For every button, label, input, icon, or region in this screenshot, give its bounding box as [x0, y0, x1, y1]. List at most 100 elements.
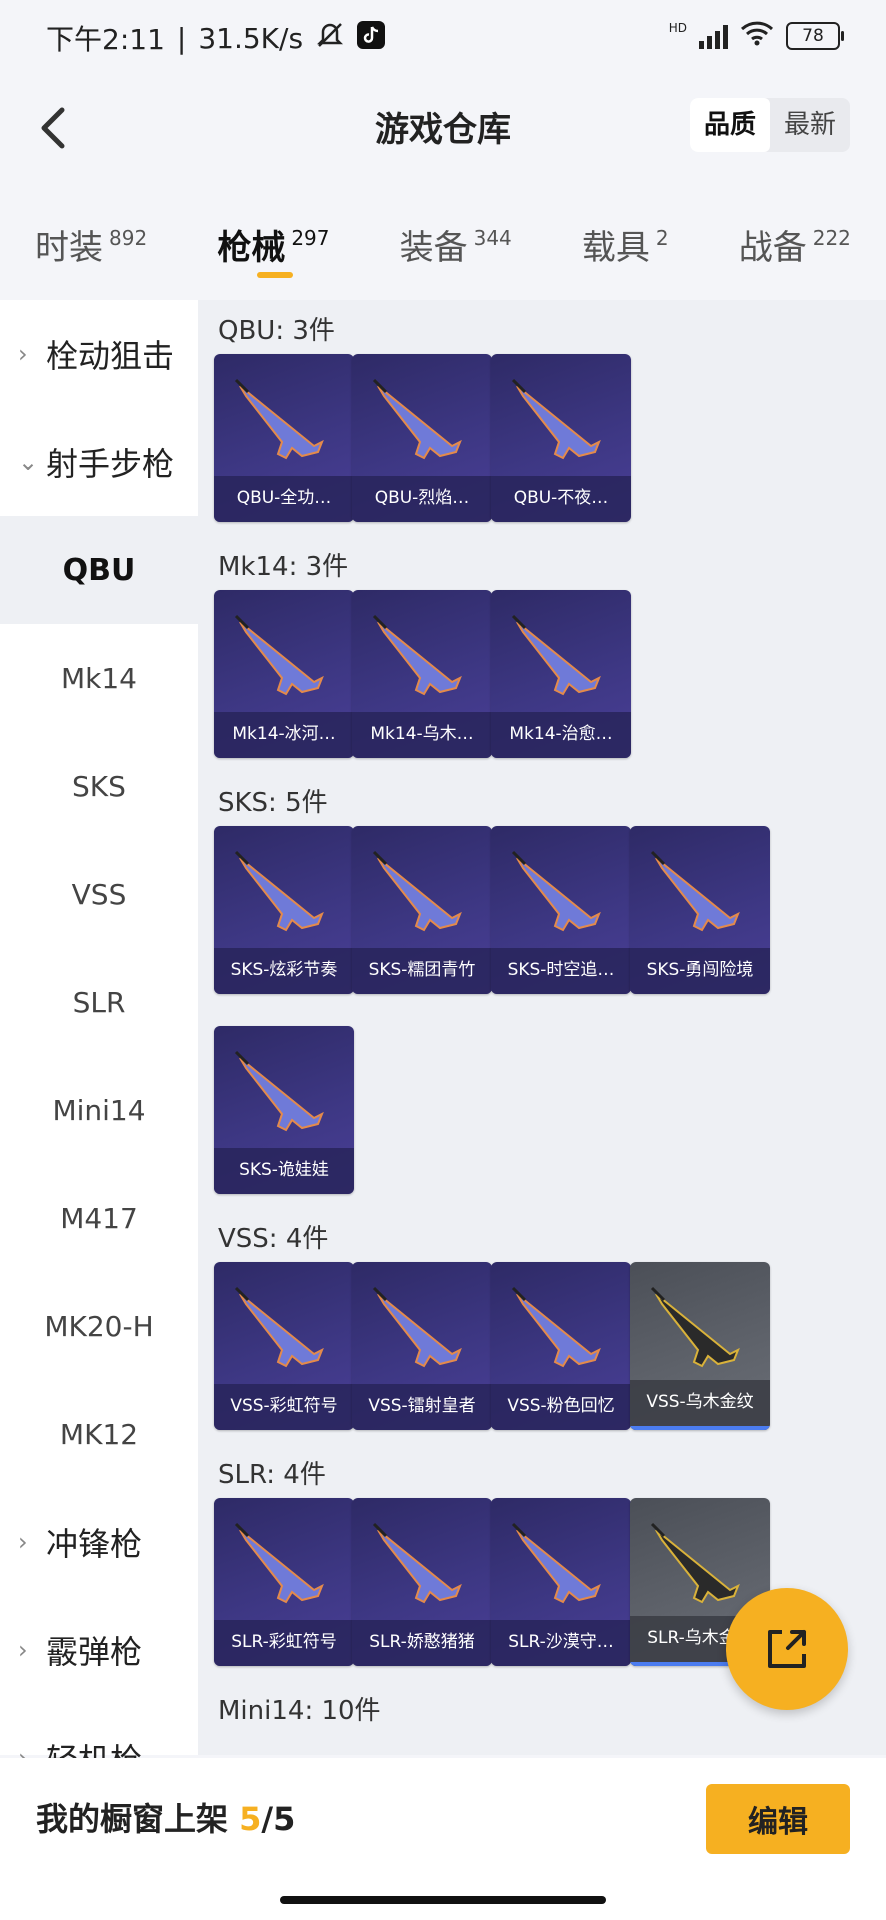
- weapon-card[interactable]: SLR-彩虹符号: [214, 1498, 354, 1666]
- weapon-card[interactable]: QBU-烈焰…: [352, 354, 492, 522]
- sidebar-item-marksman[interactable]: ⌄ 射手步枪: [0, 408, 198, 516]
- rifle-icon: [234, 1522, 324, 1604]
- sort-quality[interactable]: 品质: [689, 98, 770, 152]
- weapon-name: Mk14-治愈…: [491, 712, 631, 758]
- share-fab[interactable]: [726, 1588, 848, 1710]
- weapon-name: QBU-烈焰…: [352, 476, 492, 522]
- weapon-card[interactable]: Mk14-乌木…: [352, 590, 492, 758]
- sidebar-item-smg[interactable]: › 冲锋枪: [0, 1488, 198, 1596]
- tab-vehicles[interactable]: 载具 2: [582, 200, 669, 290]
- weapon-card[interactable]: SKS-时空追…: [491, 826, 631, 994]
- weapon-card[interactable]: SLR-娇憨猪猪: [352, 1498, 492, 1666]
- weapon-grid: QBU: 3件 QBU-全功… QBU-烈焰… QBU-不夜… Mk14: 3件 Mk14…: [198, 300, 886, 1755]
- sidebar-item-bolt-sniper[interactable]: › 栓动狙击: [0, 300, 198, 408]
- sidebar-item-slr[interactable]: SLR: [0, 948, 198, 1056]
- chevron-right-icon: ›: [18, 1636, 28, 1664]
- edit-button[interactable]: 编辑: [706, 1784, 850, 1854]
- status-speed: 31.5K/s: [198, 21, 304, 55]
- status-left: 下午2:11 | 31.5K/s: [46, 18, 386, 58]
- weapon-card[interactable]: QBU-全功…: [214, 354, 354, 522]
- weapon-card[interactable]: VSS-镭射皇者: [352, 1262, 492, 1430]
- sidebar-item-m417[interactable]: M417: [0, 1164, 198, 1272]
- rifle-icon: [234, 850, 324, 932]
- weapon-sidebar: › 栓动狙击 ⌄ 射手步枪 QBU Mk14 SKS VSS SLR Mini14 …: [0, 300, 198, 1779]
- weapon-name: VSS-彩虹符号: [214, 1384, 354, 1430]
- sidebar-item-vss[interactable]: VSS: [0, 840, 198, 948]
- weapon-card[interactable]: SKS-诡娃娃: [214, 1026, 354, 1194]
- weapon-card[interactable]: Mk14-治愈…: [491, 590, 631, 758]
- weapon-card[interactable]: Mk14-冰河…: [214, 590, 354, 758]
- rifle-icon: [511, 378, 601, 460]
- status-right: HD 78: [669, 20, 844, 51]
- chevron-right-icon: ›: [18, 340, 28, 368]
- showcase-current: 5: [239, 1800, 262, 1838]
- sidebar-item-label: 霰弹枪: [46, 1633, 143, 1671]
- weapon-name: SKS-勇闯险境: [630, 948, 770, 994]
- weapon-name: VSS-乌木金纹: [630, 1380, 770, 1430]
- weapon-name: QBU-不夜…: [491, 476, 631, 522]
- tab-underline: [257, 272, 294, 278]
- rifle-icon: [511, 1522, 601, 1604]
- weapon-card[interactable]: VSS-彩虹符号: [214, 1262, 354, 1430]
- sidebar-item-mini14[interactable]: Mini14: [0, 1056, 198, 1164]
- sidebar-item-label: 冲锋枪: [46, 1525, 143, 1563]
- weapon-name: Mk14-冰河…: [214, 712, 354, 758]
- rifle-icon: [372, 614, 462, 696]
- rifle-icon: [234, 1050, 324, 1132]
- tab-equipment[interactable]: 装备 344: [400, 200, 512, 290]
- tab-label: 装备: [399, 228, 468, 268]
- home-indicator[interactable]: [280, 1896, 606, 1904]
- sidebar-item-label: 栓动狙击: [46, 337, 175, 375]
- section-title: Mk14: 3件: [218, 552, 349, 582]
- rifle-icon: [511, 1286, 601, 1368]
- weapon-card[interactable]: SKS-糯团青竹: [352, 826, 492, 994]
- tab-supplies[interactable]: 战备 222: [739, 200, 851, 290]
- status-time: 下午2:11: [46, 23, 165, 56]
- weapon-card[interactable]: SKS-勇闯险境: [630, 826, 770, 994]
- tab-guns[interactable]: 枪械 297: [217, 200, 330, 290]
- weapon-name: SLR-娇憨猪猪: [352, 1620, 492, 1666]
- sidebar-item-mk14[interactable]: Mk14: [0, 624, 198, 732]
- section-title: SLR: 4件: [218, 1460, 326, 1490]
- tab-count: 297: [291, 226, 330, 250]
- category-tabs: 时装 892 枪械 297 装备 344 载具 2 战备 222: [0, 200, 886, 290]
- rifle-icon: [234, 1286, 324, 1368]
- weapon-name: SKS-炫彩节奏: [214, 948, 354, 994]
- sidebar-item-sks[interactable]: SKS: [0, 732, 198, 840]
- tiktok-icon: [357, 20, 386, 56]
- weapon-card[interactable]: VSS-粉色回忆: [491, 1262, 631, 1430]
- tab-count: 892: [109, 226, 148, 250]
- showcase-status: 我的橱窗上架 5/5: [36, 1794, 295, 1840]
- section-title: SKS: 5件: [218, 788, 328, 818]
- weapon-name: VSS-粉色回忆: [491, 1384, 631, 1430]
- status-bar: 下午2:11 | 31.5K/s HD 78: [0, 0, 886, 76]
- weapon-card[interactable]: SKS-炫彩节奏: [214, 826, 354, 994]
- sidebar-item-shotgun[interactable]: › 霰弹枪: [0, 1596, 198, 1704]
- sort-newest[interactable]: 最新: [770, 98, 850, 152]
- chevron-down-icon: ⌄: [18, 448, 39, 476]
- weapon-card[interactable]: VSS-乌木金纹: [630, 1262, 770, 1430]
- rifle-icon: [372, 1522, 462, 1604]
- sidebar-item-qbu[interactable]: QBU: [0, 516, 198, 624]
- bottom-bar: 我的橱窗上架 5/5 编辑: [0, 1758, 886, 1920]
- tab-fashion[interactable]: 时装 892: [35, 200, 147, 290]
- rifle-icon: [650, 850, 740, 932]
- tab-label: 载具: [581, 228, 650, 268]
- weapon-card[interactable]: SLR-沙漠守…: [491, 1498, 631, 1666]
- rifle-icon: [234, 614, 324, 696]
- signal-icon: [699, 23, 728, 49]
- showcase-total: /5: [261, 1800, 296, 1838]
- weapon-name: SKS-糯团青竹: [352, 948, 492, 994]
- weapon-card[interactable]: QBU-不夜…: [491, 354, 631, 522]
- battery-level: 78: [802, 25, 824, 46]
- sidebar-item-mk12[interactable]: MK12: [0, 1380, 198, 1488]
- section-title: Mini14: 10件: [218, 1696, 381, 1726]
- rifle-icon: [511, 850, 601, 932]
- sidebar-item-mk20h[interactable]: MK20-H: [0, 1272, 198, 1380]
- rifle-icon: [372, 1286, 462, 1368]
- tab-count: 2: [655, 226, 669, 250]
- weapon-name: SKS-诡娃娃: [214, 1148, 354, 1194]
- share-icon: [768, 1630, 806, 1668]
- sidebar-item-label: 射手步枪: [46, 445, 175, 483]
- wifi-icon: [740, 20, 774, 51]
